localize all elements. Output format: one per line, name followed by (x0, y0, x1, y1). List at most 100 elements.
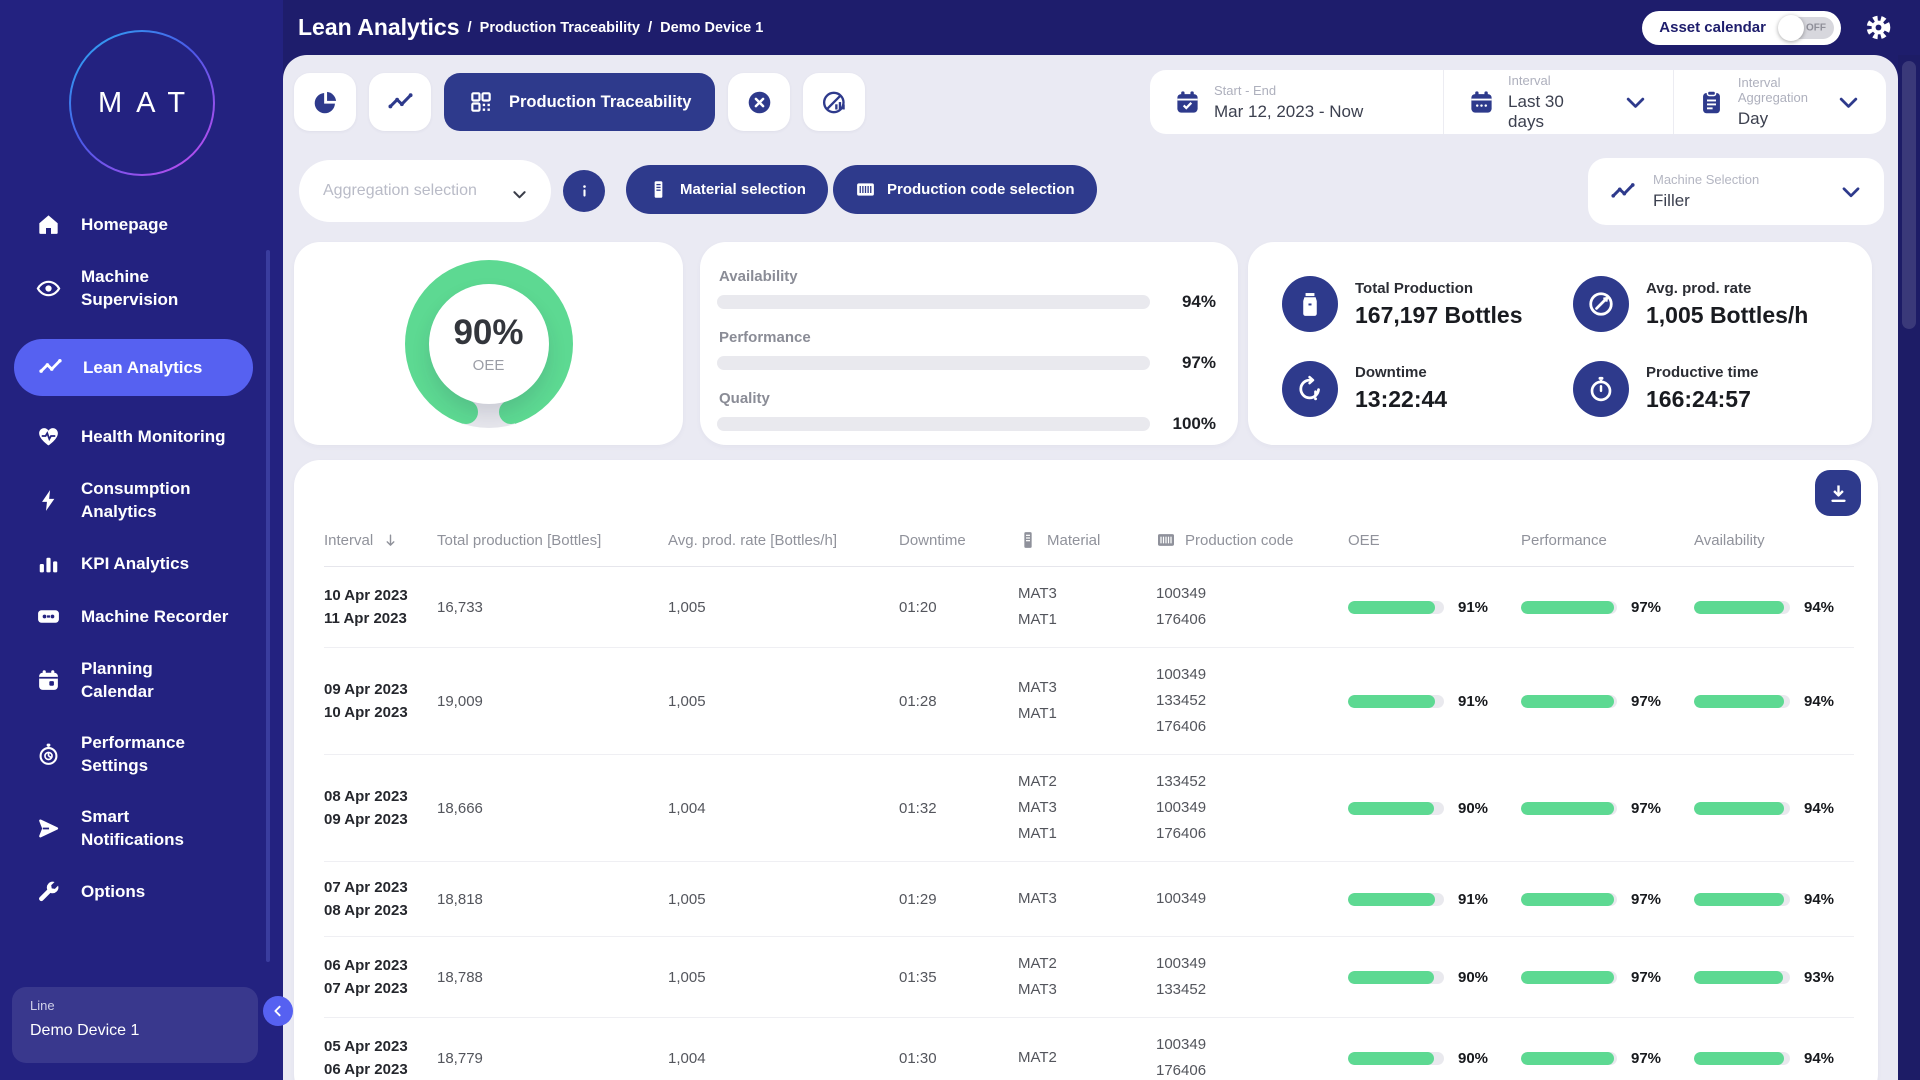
sidebar-item-health-monitoring[interactable]: Health Monitoring (0, 424, 283, 449)
table-row[interactable]: 09 Apr 202310 Apr 202319,0091,00501:28MA… (324, 648, 1854, 755)
bar-chart-icon (36, 551, 61, 576)
page-scrollbar-thumb[interactable] (1902, 61, 1916, 329)
sidebar-item-machine-recorder[interactable]: Machine Recorder (0, 604, 283, 629)
material-selection-button[interactable]: Material selection (626, 165, 828, 214)
mini-bar-fill (1521, 695, 1614, 708)
cell-material: MAT2MAT3 (1018, 951, 1156, 1003)
asset-calendar-switch[interactable]: OFF (1780, 17, 1834, 39)
sidebar-item-smart-notifications[interactable]: Smart Notifications (0, 805, 283, 851)
production-code-selection-button[interactable]: Production code selection (833, 165, 1097, 214)
cell-availability: 94% (1694, 1050, 1854, 1067)
mini-bar-fill (1521, 802, 1614, 815)
kpi-stats-card: Total Production167,197 BottlesAvg. prod… (1248, 242, 1872, 445)
cell-total-production: 19,009 (437, 693, 668, 710)
stops-view-button[interactable] (728, 73, 790, 131)
gear-icon[interactable] (1865, 14, 1892, 41)
cell-downtime: 01:28 (899, 693, 1018, 710)
cell-availability: 94% (1694, 891, 1854, 908)
sidebar-item-kpi-analytics[interactable]: KPI Analytics (0, 551, 283, 576)
kpi-bar-label: Performance (719, 329, 1216, 346)
mini-bar-track (1348, 695, 1444, 708)
mini-bar-fill (1694, 1052, 1784, 1065)
download-button[interactable] (1815, 470, 1861, 516)
cell-availability: 94% (1694, 800, 1854, 817)
date-range-value: Mar 12, 2023 - Now (1214, 102, 1363, 122)
sidebar-item-performance-settings[interactable]: Performance Settings (0, 731, 283, 777)
production-rate-view-button[interactable] (803, 73, 865, 131)
interval-aggregation-label: Interval Aggregation (1738, 75, 1808, 105)
sidebar-item-planning-calendar[interactable]: Planning Calendar (0, 657, 283, 703)
device-panel-label: Line (30, 998, 240, 1013)
interval-selector[interactable]: Interval Last 30 days (1443, 70, 1673, 134)
chevron-down-icon (1838, 179, 1864, 205)
stat-label: Productive time (1646, 364, 1759, 381)
info-button[interactable] (563, 170, 605, 212)
stopwatch-gear-icon (36, 742, 61, 767)
sidebar-item-homepage[interactable]: Homepage (0, 212, 283, 237)
interval-aggregation-selector[interactable]: Interval Aggregation Day (1673, 70, 1886, 134)
cell-interval: 10 Apr 202311 Apr 2023 (324, 584, 437, 630)
column-header-label: Total production [Bottles] (437, 532, 601, 549)
kpi-bar-value: 100% (1166, 414, 1216, 434)
kpi-bar-label: Quality (719, 390, 1216, 407)
download-icon (1827, 482, 1850, 505)
sidebar-item-consumption-analytics[interactable]: Consumption Analytics (0, 477, 283, 523)
bolt-icon (36, 488, 61, 513)
sidebar-item-label: Machine Recorder (81, 605, 228, 628)
asset-calendar-toggle-pill[interactable]: Asset calendar OFF (1642, 11, 1841, 45)
brand-logo-text: MAT (84, 87, 199, 120)
mini-bar-track (1694, 695, 1790, 708)
trend-view-button[interactable] (369, 73, 431, 131)
cell-interval: 06 Apr 202307 Apr 2023 (324, 954, 437, 1000)
device-panel[interactable]: Line Demo Device 1 (12, 987, 258, 1063)
oee-gauge-card: 90% OEE (294, 242, 683, 445)
column-header-material[interactable]: Material (1018, 530, 1156, 550)
kpi-bar-performance: Performance97% (717, 329, 1216, 373)
production-traceability-button[interactable]: Production Traceability (444, 73, 715, 131)
table-row[interactable]: 08 Apr 202309 Apr 202318,6661,00401:32MA… (324, 755, 1854, 862)
mini-bar-fill (1521, 893, 1614, 906)
aggregation-selection-dropdown[interactable]: Aggregation selection (299, 160, 551, 222)
mini-bar-fill (1348, 1052, 1434, 1065)
percent-value: 94% (1804, 891, 1834, 908)
machine-selection-dropdown[interactable]: Machine Selection Filler (1588, 158, 1884, 225)
column-header-downtime[interactable]: Downtime (899, 532, 1018, 549)
column-header-total-production-bottles[interactable]: Total production [Bottles] (437, 532, 668, 549)
eye-icon (36, 276, 61, 301)
cell-avg-prod-rate: 1,004 (668, 1050, 899, 1067)
trend-icon (38, 355, 63, 380)
table-row[interactable]: 05 Apr 202306 Apr 202318,7791,00401:30MA… (324, 1018, 1854, 1080)
sidebar-item-options[interactable]: Options (0, 879, 283, 904)
stat-productive-time: Productive time166:24:57 (1573, 359, 1848, 420)
sidebar-item-machine-supervision[interactable]: Machine Supervision (0, 265, 283, 311)
sidebar-item-label: KPI Analytics (81, 552, 189, 575)
cell-downtime: 01:30 (899, 1050, 1018, 1067)
table-row[interactable]: 06 Apr 202307 Apr 202318,7881,00501:35MA… (324, 937, 1854, 1018)
column-header-production-code[interactable]: Production code (1156, 530, 1348, 550)
mini-bar-fill (1694, 802, 1784, 815)
toggle-state-label: OFF (1806, 22, 1826, 33)
table-row[interactable]: 07 Apr 202308 Apr 202318,8181,00501:29MA… (324, 862, 1854, 937)
pie-view-button[interactable] (294, 73, 356, 131)
sidebar-item-lean-analytics[interactable]: Lean Analytics (14, 339, 253, 396)
column-header-avg-prod-rate-bottles-h[interactable]: Avg. prod. rate [Bottles/h] (668, 532, 899, 549)
sidebar-collapse-button[interactable] (263, 996, 293, 1026)
column-header-availability[interactable]: Availability (1694, 532, 1854, 549)
cell-downtime: 01:29 (899, 891, 1018, 908)
barcode-icon (1156, 530, 1176, 550)
percent-value: 90% (1458, 800, 1488, 817)
qr-grid-icon (468, 89, 494, 115)
cell-production-code: 133452100349176406 (1156, 769, 1348, 847)
table-row[interactable]: 10 Apr 202311 Apr 202316,7331,00501:20MA… (324, 567, 1854, 648)
cell-interval: 07 Apr 202308 Apr 2023 (324, 876, 437, 922)
sidebar-scrollbar[interactable] (266, 250, 270, 962)
date-range-selector[interactable]: Start - End Mar 12, 2023 - Now (1150, 70, 1443, 134)
page-scrollbar[interactable] (1898, 55, 1920, 1080)
cell-performance: 97% (1521, 1050, 1694, 1067)
column-header-performance[interactable]: Performance (1521, 532, 1694, 549)
mini-bar-track (1348, 893, 1444, 906)
column-header-interval[interactable]: Interval (324, 532, 437, 549)
mini-bar-track (1521, 802, 1617, 815)
cell-avg-prod-rate: 1,005 (668, 693, 899, 710)
column-header-oee[interactable]: OEE (1348, 532, 1521, 549)
